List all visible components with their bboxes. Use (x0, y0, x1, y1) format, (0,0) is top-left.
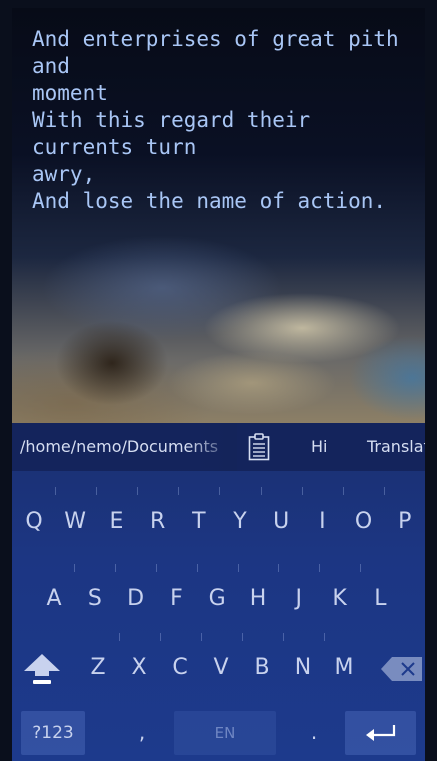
key-separator (115, 564, 116, 572)
key-separator (201, 633, 202, 641)
key-s[interactable]: S (77, 570, 113, 628)
key-separator (278, 564, 279, 572)
key-separator (197, 564, 198, 572)
suggestion-translate[interactable]: Translate (367, 423, 425, 471)
key-separator (261, 487, 262, 495)
suggestion-fade (187, 423, 237, 471)
key-d[interactable]: D (118, 570, 154, 628)
screen: And enterprises of great pith and moment… (12, 8, 425, 761)
key-m[interactable]: M (326, 639, 362, 697)
key-z[interactable]: Z (80, 639, 116, 697)
key-n[interactable]: N (285, 639, 321, 697)
space-key[interactable]: EN (174, 711, 276, 755)
key-separator (156, 564, 157, 572)
virtual-keyboard: /home/nemo/Documents Hi Translate QWERTY… (12, 423, 425, 761)
key-r[interactable]: R (140, 493, 176, 551)
key-separator (96, 487, 97, 495)
enter-key[interactable] (345, 711, 416, 755)
key-separator (360, 564, 361, 572)
key-l[interactable]: L (362, 570, 398, 628)
suggestion-hi[interactable]: Hi (311, 423, 327, 471)
key-separator (238, 564, 239, 572)
key-h[interactable]: H (240, 570, 276, 628)
key-t[interactable]: T (181, 493, 217, 551)
key-b[interactable]: B (244, 639, 280, 697)
key-f[interactable]: F (158, 570, 194, 628)
key-separator (283, 633, 284, 641)
key-separator (74, 564, 75, 572)
key-g[interactable]: G (199, 570, 235, 628)
shift-icon[interactable] (22, 652, 62, 686)
comma-key[interactable]: , (130, 707, 154, 757)
key-separator (343, 487, 344, 495)
key-separator (160, 633, 161, 641)
key-separator (119, 633, 120, 641)
key-u[interactable]: U (263, 493, 299, 551)
note-text-area[interactable]: And enterprises of great pith and moment… (32, 26, 417, 215)
key-separator (302, 487, 303, 495)
key-separator (242, 633, 243, 641)
symbols-key[interactable]: ?123 (21, 711, 85, 755)
key-x[interactable]: X (121, 639, 157, 697)
key-a[interactable]: A (36, 570, 72, 628)
key-p[interactable]: P (387, 493, 423, 551)
enter-icon (366, 725, 396, 741)
backspace-icon[interactable] (380, 655, 422, 683)
key-separator (55, 487, 56, 495)
key-c[interactable]: C (162, 639, 198, 697)
key-separator (178, 487, 179, 495)
key-v[interactable]: V (203, 639, 239, 697)
key-o[interactable]: O (346, 493, 382, 551)
key-e[interactable]: E (98, 493, 134, 551)
suggestion-bar: /home/nemo/Documents Hi Translate (12, 423, 425, 471)
key-j[interactable]: J (281, 570, 317, 628)
key-separator (219, 487, 220, 495)
key-separator (384, 487, 385, 495)
clipboard-icon[interactable] (248, 433, 270, 461)
key-separator (137, 487, 138, 495)
key-y[interactable]: Y (222, 493, 258, 551)
period-key[interactable]: . (302, 707, 326, 757)
key-k[interactable]: K (322, 570, 358, 628)
key-separator (324, 633, 325, 641)
key-w[interactable]: W (57, 493, 93, 551)
key-separator (319, 564, 320, 572)
key-i[interactable]: I (304, 493, 340, 551)
key-q[interactable]: Q (16, 493, 52, 551)
